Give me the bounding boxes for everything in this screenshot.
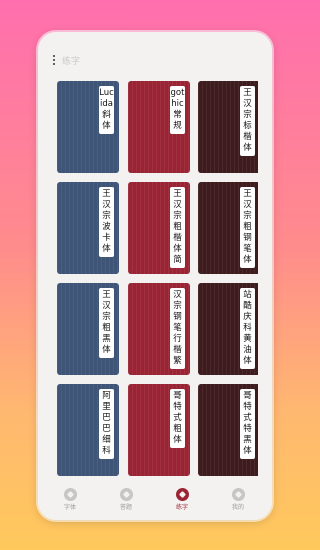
- font-card[interactable]: 阿里巴巴细科: [57, 384, 119, 476]
- tab-label: 练字: [175, 504, 188, 511]
- tab-practice[interactable]: 练字: [162, 488, 202, 511]
- font-card-label: 王汉宗粗钢笔体: [240, 187, 255, 268]
- font-card-label: 哥特式粗体: [170, 389, 185, 448]
- font-card[interactable]: Lucida斜体: [57, 81, 119, 173]
- menu-dots-icon[interactable]: [53, 55, 56, 67]
- phone-screen: 练字 Lucida斜体 gothic常规 王汉宗标楷体 王汉宗波卡体 王汉宗粗楷…: [38, 32, 272, 520]
- font-card[interactable]: 王汉宗粗黑体: [57, 283, 119, 375]
- font-card[interactable]: 站酷庆科黄油体: [198, 283, 258, 375]
- top-bar: 练字: [38, 32, 272, 68]
- practice-tab-icon: [175, 488, 189, 501]
- font-card[interactable]: 汉宗钢笔行楷繁: [128, 283, 190, 375]
- tab-profile[interactable]: 我的: [218, 488, 258, 511]
- font-card[interactable]: 王汉宗波卡体: [57, 182, 119, 274]
- font-card-label: 王汉宗粗楷体简: [170, 187, 185, 268]
- font-card-label: Lucida斜体: [99, 86, 114, 134]
- quiz-tab-icon: [119, 488, 133, 501]
- bottom-tab-bar: 字体 答题 练字 我的: [38, 484, 272, 520]
- font-card-grid: Lucida斜体 gothic常规 王汉宗标楷体 王汉宗波卡体 王汉宗粗楷体简 …: [53, 78, 258, 484]
- profile-tab-icon: [231, 488, 245, 501]
- font-card-label: gothic常规: [170, 86, 185, 134]
- tab-label: 字体: [63, 504, 76, 511]
- tab-label: 我的: [231, 504, 244, 511]
- font-tab-icon: [63, 488, 77, 501]
- font-card-label: 王汉宗粗黑体: [99, 288, 114, 358]
- font-card[interactable]: 哥特式粗体: [128, 384, 190, 476]
- tab-quiz[interactable]: 答题: [106, 488, 146, 511]
- font-card[interactable]: 哥特式特黑体: [198, 384, 258, 476]
- font-card[interactable]: 王汉宗粗钢笔体: [198, 182, 258, 274]
- font-card-label: 哥特式特黑体: [240, 389, 255, 459]
- font-card-label: 汉宗钢笔行楷繁: [170, 288, 185, 369]
- font-card[interactable]: 王汉宗粗楷体简: [128, 182, 190, 274]
- font-card-label: 阿里巴巴细科: [99, 389, 114, 459]
- font-card-label: 站酷庆科黄油体: [240, 288, 255, 369]
- tab-fonts[interactable]: 字体: [50, 488, 90, 511]
- font-card-label: 王汉宗标楷体: [240, 86, 255, 156]
- font-card-label: 王汉宗波卡体: [99, 187, 114, 257]
- page-title: 练字: [62, 57, 81, 67]
- font-card[interactable]: 王汉宗标楷体: [198, 81, 258, 173]
- font-card[interactable]: gothic常规: [128, 81, 190, 173]
- tab-label: 答题: [119, 504, 132, 511]
